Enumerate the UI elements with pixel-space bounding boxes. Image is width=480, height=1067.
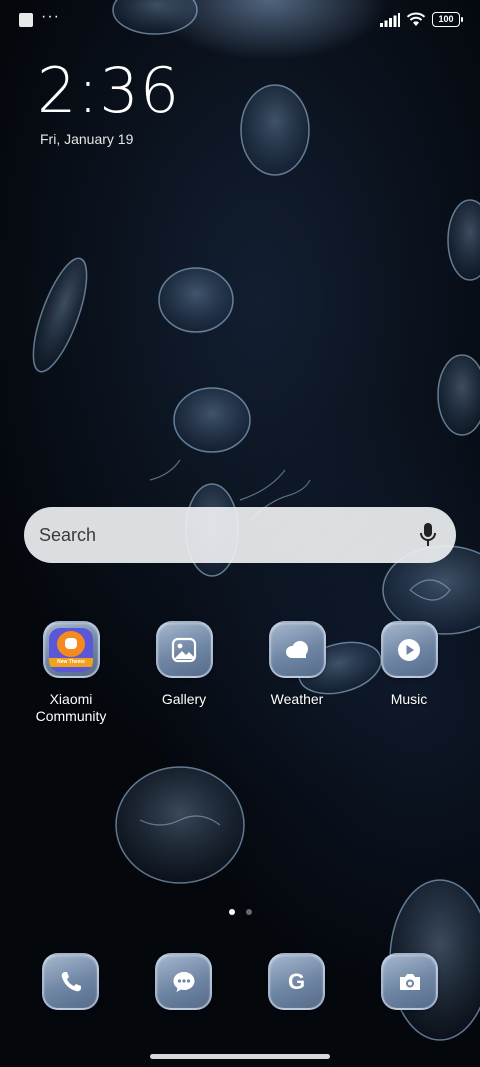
wifi-icon bbox=[406, 12, 426, 26]
app-xiaomi-community[interactable]: New Theme Xiaomi Community bbox=[21, 621, 121, 725]
dock-google[interactable]: G bbox=[268, 953, 325, 1010]
search-label: Search bbox=[39, 524, 97, 545]
dock-phone[interactable] bbox=[42, 953, 99, 1010]
camera-icon bbox=[381, 953, 438, 1010]
search-bar[interactable]: Search bbox=[24, 507, 456, 563]
phone-icon bbox=[42, 953, 99, 1010]
xiaomi-community-icon: New Theme bbox=[42, 621, 100, 678]
mic-icon[interactable] bbox=[414, 521, 442, 549]
clock-date[interactable]: Fri, January 19 bbox=[40, 131, 133, 147]
app-label: Music bbox=[390, 691, 428, 707]
app-music[interactable]: Music bbox=[359, 621, 459, 708]
home-indicator[interactable] bbox=[150, 1054, 330, 1059]
status-right: 100 bbox=[380, 12, 463, 27]
battery-indicator: 100 bbox=[432, 12, 463, 27]
google-icon: G bbox=[268, 953, 325, 1010]
app-label: Xiaomi Community bbox=[35, 691, 107, 724]
page-dot bbox=[246, 909, 252, 915]
page-indicator bbox=[229, 909, 252, 915]
dock-messages[interactable] bbox=[155, 953, 212, 1010]
messages-icon bbox=[155, 953, 212, 1010]
status-left: ··· bbox=[19, 8, 60, 27]
music-icon bbox=[380, 621, 438, 678]
weather-icon bbox=[268, 621, 326, 678]
app-label: Gallery bbox=[161, 691, 207, 707]
more-notifications-icon: ··· bbox=[41, 8, 60, 25]
app-label: Weather bbox=[270, 691, 324, 707]
dock-camera[interactable] bbox=[381, 953, 438, 1010]
notification-icon bbox=[19, 13, 33, 27]
app-gallery[interactable]: Gallery bbox=[134, 621, 234, 708]
app-weather[interactable]: Weather bbox=[247, 621, 347, 708]
page-dot-active bbox=[229, 909, 235, 915]
status-bar: ··· 100 bbox=[0, 0, 480, 40]
clock-time[interactable]: 2:36 bbox=[37, 56, 180, 126]
signal-icon bbox=[380, 12, 400, 27]
gallery-icon bbox=[155, 621, 213, 678]
